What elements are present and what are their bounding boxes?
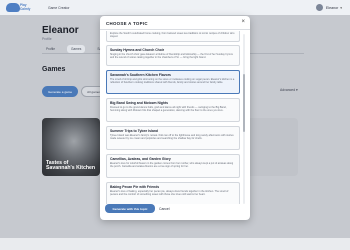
avatar[interactable] xyxy=(315,4,323,11)
topic-option[interactable]: Baking Pecan Pie with Friends Eleanor's … xyxy=(106,182,240,204)
advanced-label: Advanced xyxy=(280,88,296,92)
tab-games[interactable]: Games xyxy=(67,45,86,53)
topic-description: Eleanor's love for colorful flowers in t… xyxy=(110,161,234,168)
scrollbar-thumb[interactable] xyxy=(243,74,245,132)
topic-title: Sunday Hymns and Church Choir xyxy=(110,48,165,52)
topic-title: Savannah's Southern Kitchen Flavors xyxy=(110,73,171,77)
choose-topic-dialog: CHOOSE A TOPIC × Explore the South's cel… xyxy=(100,16,250,220)
page-title: Eleanor xyxy=(42,25,79,36)
topic-title: Summer Trips to Tybee Island xyxy=(110,129,158,133)
section-title: Games xyxy=(42,66,66,73)
page-subtitle: Profile xyxy=(42,37,52,41)
topic-title: Big Band Swing and Motown Nights xyxy=(110,101,169,105)
divider xyxy=(100,29,250,30)
topic-option[interactable]: Summer Trips to Tybee Island Tybee Islan… xyxy=(106,126,240,150)
topic-option[interactable]: Camellias, Azaleas, and Garden Glory Ele… xyxy=(106,154,240,178)
topic-description: Dressed to go to the grand dance halls, … xyxy=(110,105,227,112)
topic-description: Tybee Island was Eleanor's family's retr… xyxy=(110,133,234,140)
topic-list: Explore the South's celebrated home cook… xyxy=(106,31,240,204)
generate-game-button[interactable]: Generate a game xyxy=(42,86,79,98)
generate-with-topic-button[interactable]: Generate with this topic xyxy=(105,204,155,213)
chevron-down-icon[interactable]: ▾ xyxy=(340,6,342,10)
advanced-dropdown[interactable]: Advanced ▾ xyxy=(280,88,298,92)
close-icon[interactable]: × xyxy=(241,19,245,25)
scrollbar[interactable] xyxy=(243,34,245,204)
game-card[interactable]: Tastes of Savannah's Kitchen xyxy=(42,118,100,176)
topic-option[interactable]: Sunday Hymns and Church Choir Singing in… xyxy=(106,45,240,66)
chevron-down-icon: ▾ xyxy=(296,88,298,92)
cancel-button[interactable]: Cancel xyxy=(159,204,170,213)
page-footer xyxy=(0,238,350,250)
tab-profile[interactable]: Profile xyxy=(42,45,59,53)
topic-title: Camellias, Azaleas, and Garden Glory xyxy=(110,157,171,161)
user-menu[interactable]: Eleanor ▾ xyxy=(315,4,342,11)
game-card-title: Tastes of Savannah's Kitchen xyxy=(46,159,96,172)
topic-option[interactable]: Explore the South's celebrated home cook… xyxy=(106,31,240,42)
topic-description: Singing in the church choir gave Eleanor… xyxy=(110,52,233,59)
topic-title: Baking Pecan Pie with Friends xyxy=(110,185,160,189)
app-logo-text: Play Calmly xyxy=(20,3,31,11)
topic-option[interactable]: Big Band Swing and Motown Nights Dressed… xyxy=(106,98,240,122)
dialog-title: CHOOSE A TOPIC xyxy=(106,21,148,26)
topic-description: Explore the South's celebrated home cook… xyxy=(110,31,235,38)
app-logo-icon[interactable] xyxy=(6,3,20,12)
topic-description: Eleanor's love of baking, especially her… xyxy=(110,189,229,196)
top-bar: Play Calmly Game Creator Eleanor ▾ xyxy=(0,0,350,15)
app-title[interactable]: Game Creator xyxy=(48,6,69,10)
user-name[interactable]: Eleanor xyxy=(326,6,338,10)
topic-option-selected[interactable]: Savannah's Southern Kitchen Flavors The … xyxy=(106,70,240,94)
topic-description: The smell of shrimp and grits simmering … xyxy=(110,77,235,84)
